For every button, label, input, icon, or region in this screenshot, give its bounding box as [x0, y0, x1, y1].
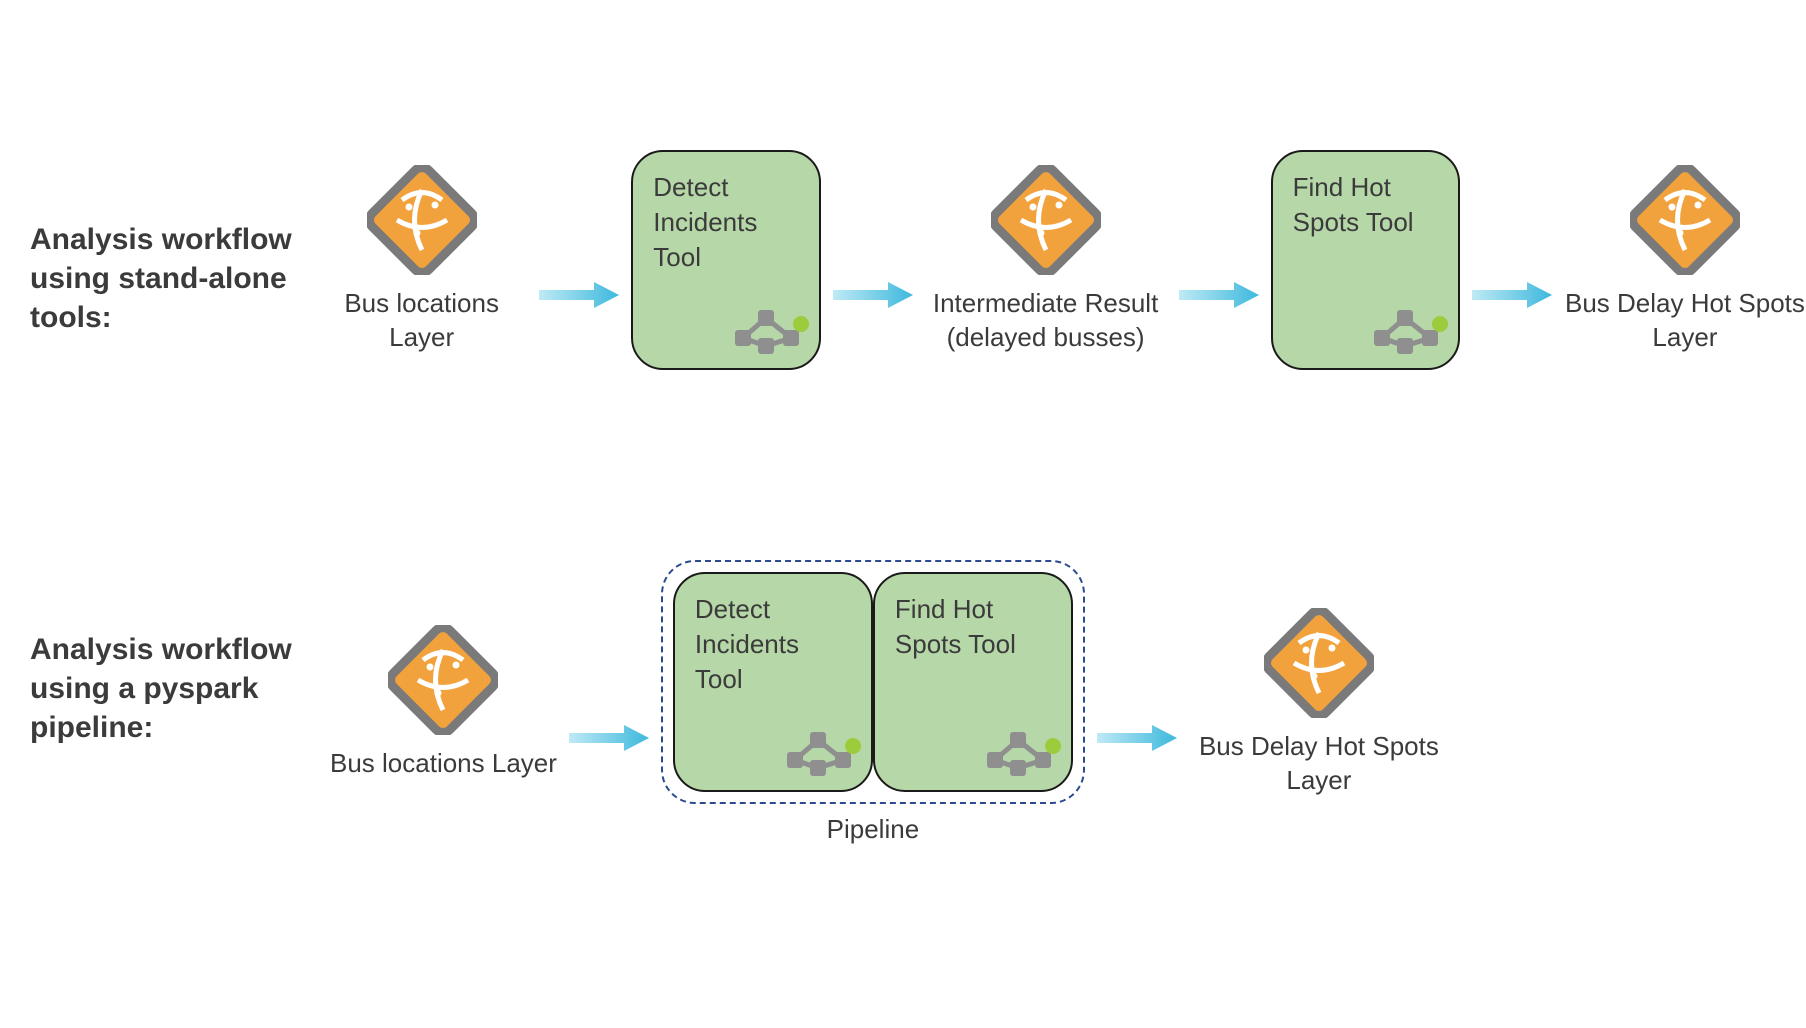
- node-caption: Bus Delay Hot Spots Layer: [1189, 730, 1449, 798]
- bus-delay-hotspots-layer-node: Bus Delay Hot Spots Layer: [1564, 165, 1806, 355]
- graph-icon: [731, 298, 809, 360]
- arrow-icon: [833, 280, 913, 310]
- graph-icon: [1370, 298, 1448, 360]
- row1-label: Analysis workflow using stand-alone tool…: [0, 150, 316, 337]
- workflow-pipeline-row: Analysis workflow using a pyspark pipeli…: [0, 560, 1806, 845]
- layer-icon: [991, 165, 1101, 275]
- arrow-icon: [1097, 723, 1177, 753]
- detect-incidents-tool: Detect Incidents Tool: [673, 572, 873, 792]
- arrow-icon: [1179, 280, 1259, 310]
- find-hot-spots-tool: Find Hot Spots Tool: [873, 572, 1073, 792]
- tool-label: Find Hot Spots Tool: [1293, 170, 1438, 240]
- pipeline-container: Detect Incidents Tool Find Hot Spots Too…: [661, 560, 1085, 804]
- row1-flow: Bus locations Layer Detect Incidents Too…: [316, 150, 1806, 370]
- node-caption: Bus Delay Hot Spots Layer: [1564, 287, 1806, 355]
- tool-label: Detect Incidents Tool: [653, 170, 798, 275]
- intermediate-result-node: Intermediate Result (delayed busses): [925, 165, 1167, 355]
- workflow-standalone-row: Analysis workflow using stand-alone tool…: [0, 150, 1806, 370]
- layer-icon: [1630, 165, 1740, 275]
- pipeline-group: Detect Incidents Tool Find Hot Spots Too…: [661, 560, 1085, 845]
- node-caption: Intermediate Result (delayed busses): [925, 287, 1167, 355]
- bus-locations-layer-node: Bus locations Layer: [316, 165, 527, 355]
- node-caption: Bus locations Layer: [330, 747, 557, 781]
- row2-label: Analysis workflow using a pyspark pipeli…: [0, 560, 330, 747]
- graph-icon: [983, 720, 1061, 782]
- layer-icon: [367, 165, 477, 275]
- tool-label: Detect Incidents Tool: [695, 592, 851, 697]
- find-hot-spots-tool: Find Hot Spots Tool: [1271, 150, 1460, 370]
- arrow-icon: [569, 723, 649, 753]
- graph-icon: [783, 720, 861, 782]
- bus-locations-layer-node: Bus locations Layer: [330, 625, 557, 781]
- bus-delay-hotspots-layer-node: Bus Delay Hot Spots Layer: [1189, 608, 1449, 798]
- node-caption: Bus locations Layer: [316, 287, 527, 355]
- arrow-icon: [539, 280, 619, 310]
- row2-flow: Bus locations Layer Detect Incidents Too…: [330, 560, 1449, 845]
- arrow-icon: [1472, 280, 1552, 310]
- layer-icon: [1264, 608, 1374, 718]
- tool-label: Find Hot Spots Tool: [895, 592, 1051, 662]
- layer-icon: [388, 625, 498, 735]
- detect-incidents-tool: Detect Incidents Tool: [631, 150, 820, 370]
- pipeline-label: Pipeline: [827, 814, 920, 845]
